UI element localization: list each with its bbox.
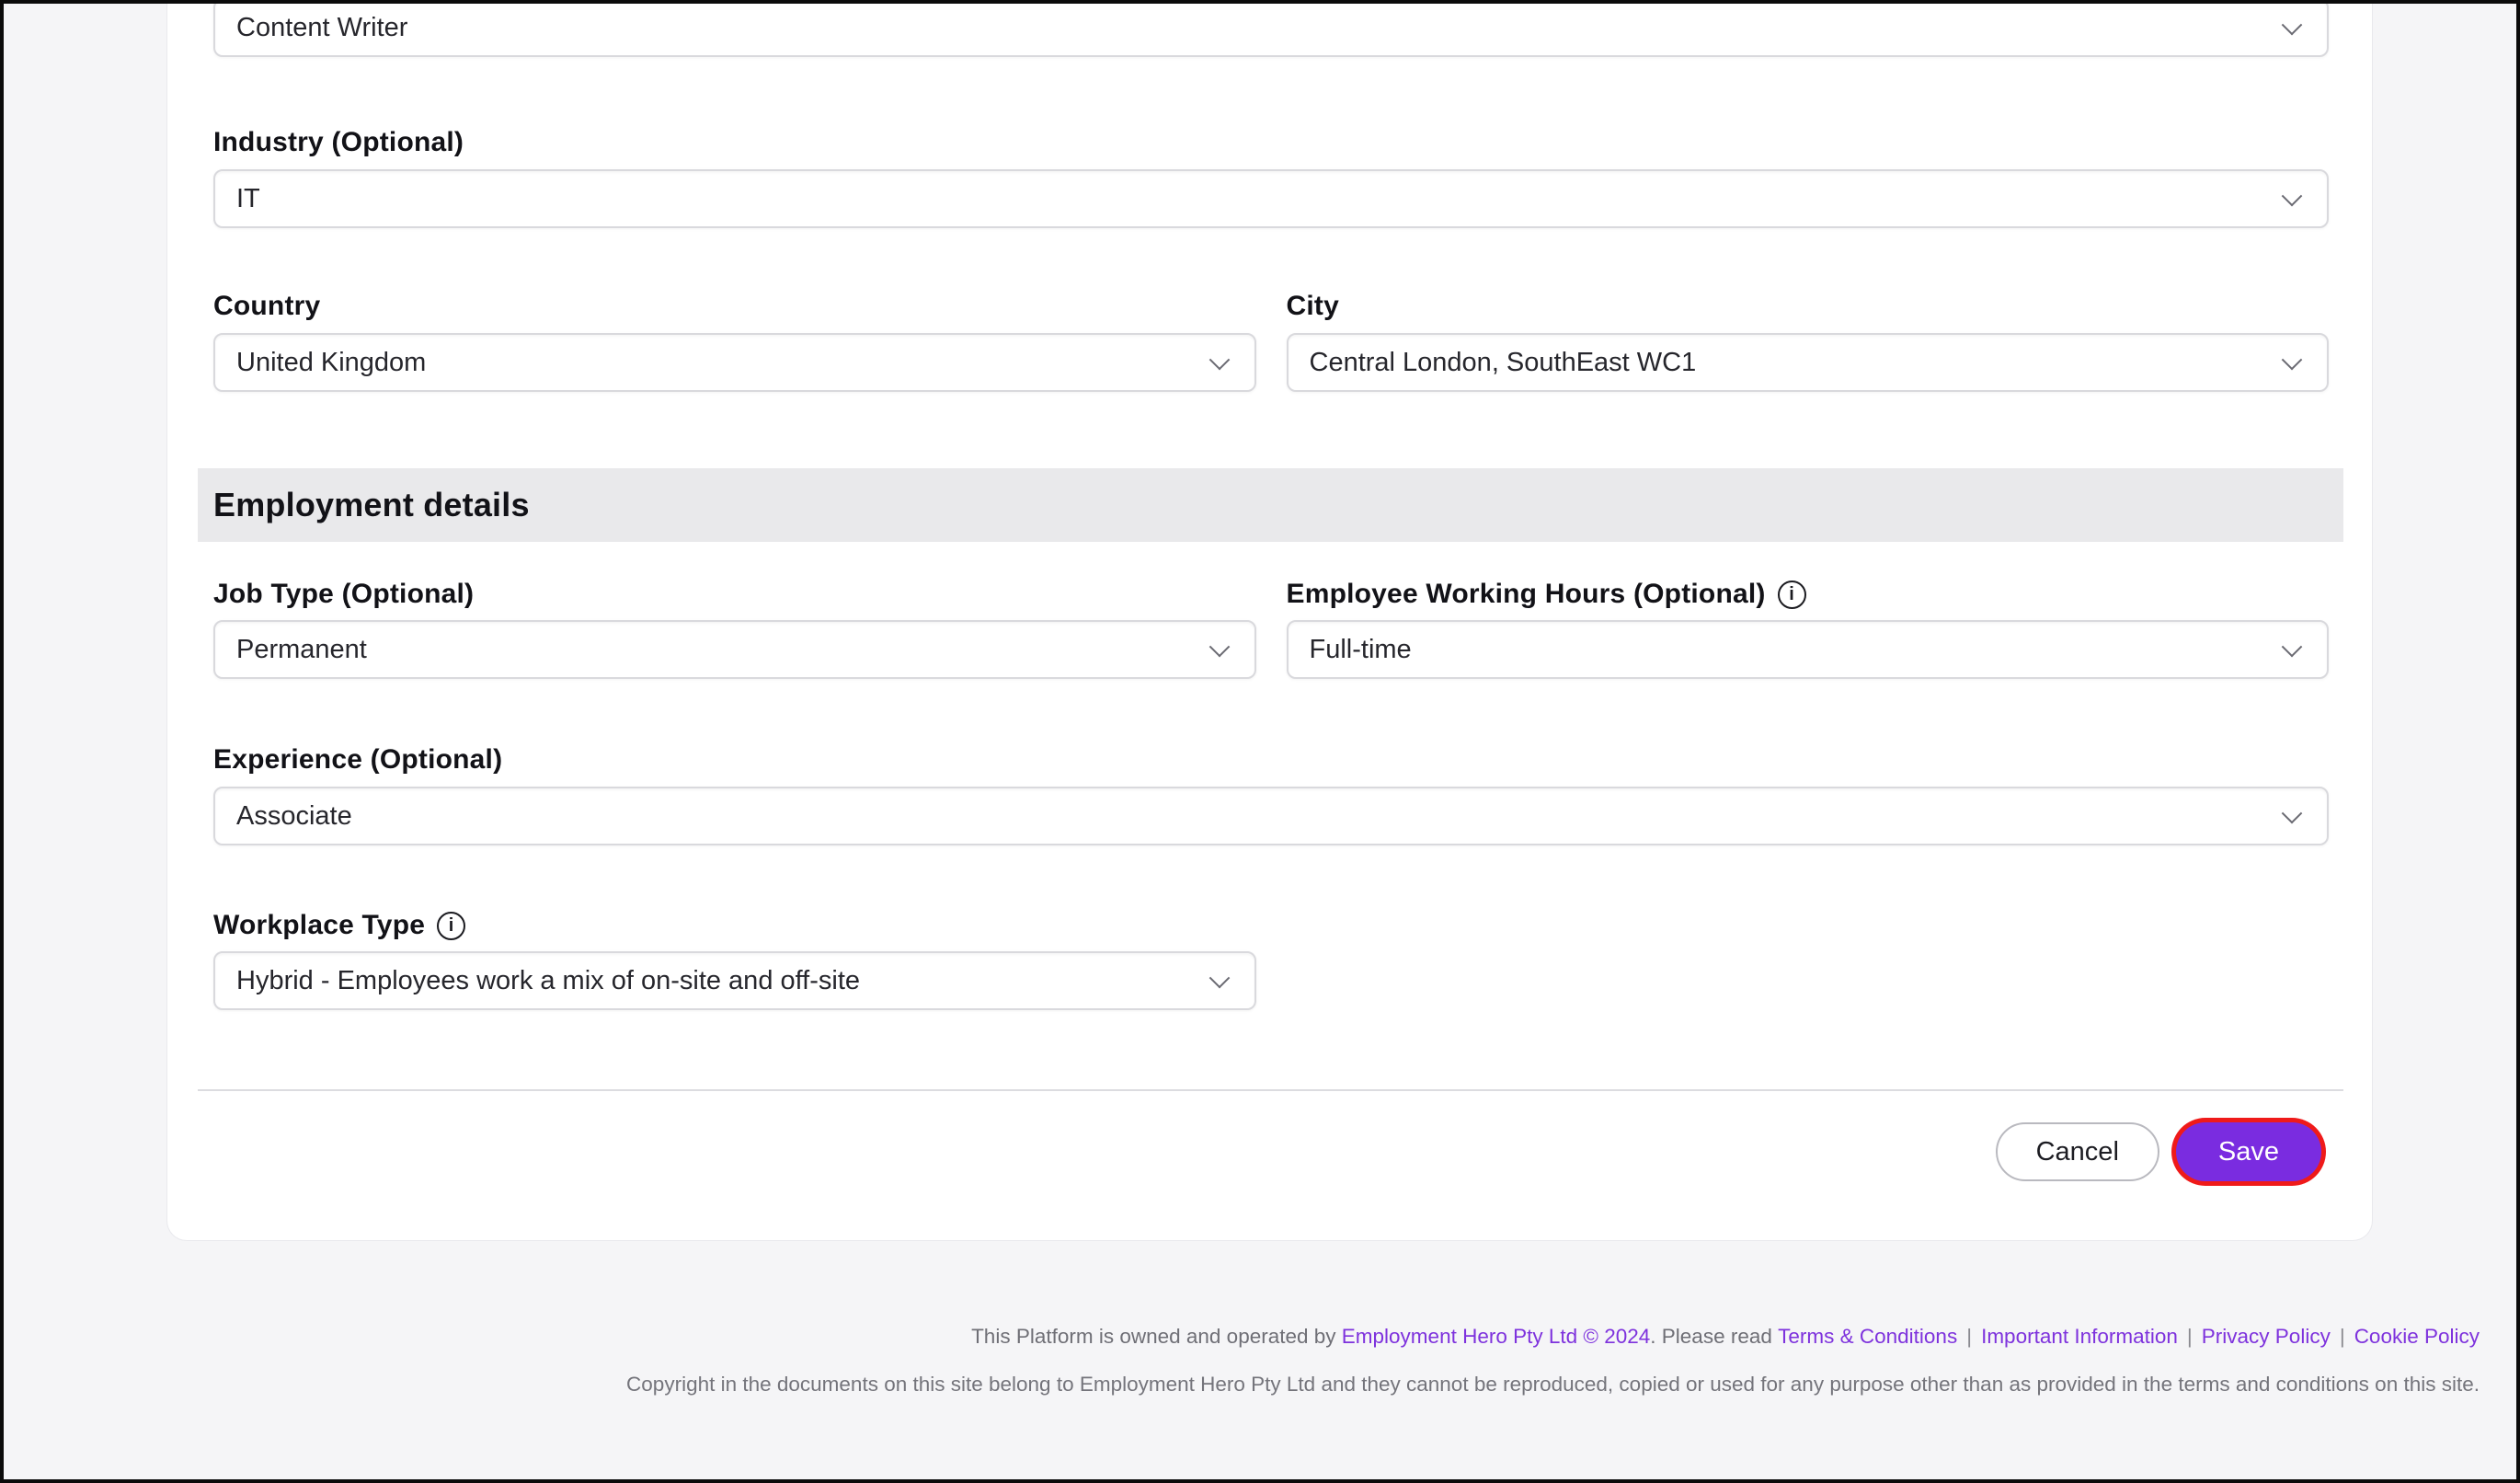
experience-select[interactable]: Associate [213, 787, 2329, 845]
job-title-select-value: Content Writer [236, 13, 407, 43]
chevron-down-icon [2282, 15, 2303, 36]
chevron-down-icon [2282, 350, 2303, 371]
app-viewport: Content Writer Industry (Optional) IT Co… [0, 0, 2520, 1483]
job-type-select-value: Permanent [236, 635, 367, 665]
city-label: City [1287, 289, 2330, 324]
footer-separator: | [2187, 1325, 2193, 1348]
workplace-type-label: Workplace Type i [213, 908, 2329, 943]
workplace-type-select[interactable]: Hybrid - Employees work a mix of on-site… [213, 951, 1256, 1010]
save-button[interactable]: Save [2176, 1122, 2321, 1181]
employment-hero-link[interactable]: Employment Hero Pty Ltd © 2024 [1342, 1325, 1651, 1348]
industry-select-value: IT [236, 184, 260, 214]
chevron-down-icon [2282, 186, 2303, 207]
chevron-down-icon [1208, 350, 1230, 371]
privacy-policy-link[interactable]: Privacy Policy [2202, 1325, 2331, 1348]
footer-separator: | [1966, 1325, 1972, 1348]
footer-separator: | [2340, 1325, 2345, 1348]
experience-label: Experience (Optional) [213, 742, 2329, 777]
footer-text-prefix: This Platform is owned and operated by [971, 1325, 1342, 1348]
chevron-down-icon [1208, 637, 1230, 658]
working-hours-label: Employee Working Hours (Optional) i [1287, 577, 2330, 612]
working-hours-select[interactable]: Full-time [1287, 620, 2330, 679]
cancel-button[interactable]: Cancel [1996, 1122, 2159, 1181]
job-type-select[interactable]: Permanent [213, 620, 1256, 679]
working-hours-select-value: Full-time [1310, 635, 1412, 665]
country-select-value: United Kingdom [236, 348, 426, 378]
important-information-link[interactable]: Important Information [1981, 1325, 2178, 1348]
industry-label: Industry (Optional) [213, 125, 2329, 160]
footer-copyright-line: Copyright in the documents on this site … [280, 1372, 2480, 1397]
job-title-select[interactable]: Content Writer [213, 0, 2329, 57]
city-select[interactable]: Central London, SouthEast WC1 [1287, 333, 2330, 392]
info-icon[interactable]: i [437, 912, 465, 940]
workplace-type-select-value: Hybrid - Employees work a mix of on-site… [236, 966, 860, 996]
page-footer: This Platform is owned and operated by E… [280, 1324, 2480, 1397]
experience-select-value: Associate [236, 801, 352, 832]
footer-text-middle: . Please read [1650, 1325, 1778, 1348]
footer-legal-line: This Platform is owned and operated by E… [280, 1324, 2480, 1350]
job-type-label: Job Type (Optional) [213, 577, 1256, 612]
chevron-down-icon [1208, 968, 1230, 989]
country-select[interactable]: United Kingdom [213, 333, 1256, 392]
chevron-down-icon [2282, 803, 2303, 824]
info-icon[interactable]: i [1778, 581, 1806, 609]
cookie-policy-link[interactable]: Cookie Policy [2354, 1325, 2480, 1348]
job-details-form-card: Content Writer Industry (Optional) IT Co… [166, 4, 2373, 1241]
city-select-value: Central London, SouthEast WC1 [1310, 348, 1697, 378]
working-hours-label-text: Employee Working Hours (Optional) [1287, 577, 1766, 612]
employment-details-section-header: Employment details [198, 468, 2343, 542]
form-actions: Cancel Save [213, 1122, 2329, 1181]
workplace-type-label-text: Workplace Type [213, 908, 425, 943]
section-title: Employment details [213, 486, 530, 524]
country-label: Country [213, 289, 1256, 324]
form-footer-divider [198, 1089, 2343, 1091]
terms-conditions-link[interactable]: Terms & Conditions [1778, 1325, 1957, 1348]
chevron-down-icon [2282, 637, 2303, 658]
industry-select[interactable]: IT [213, 169, 2329, 228]
